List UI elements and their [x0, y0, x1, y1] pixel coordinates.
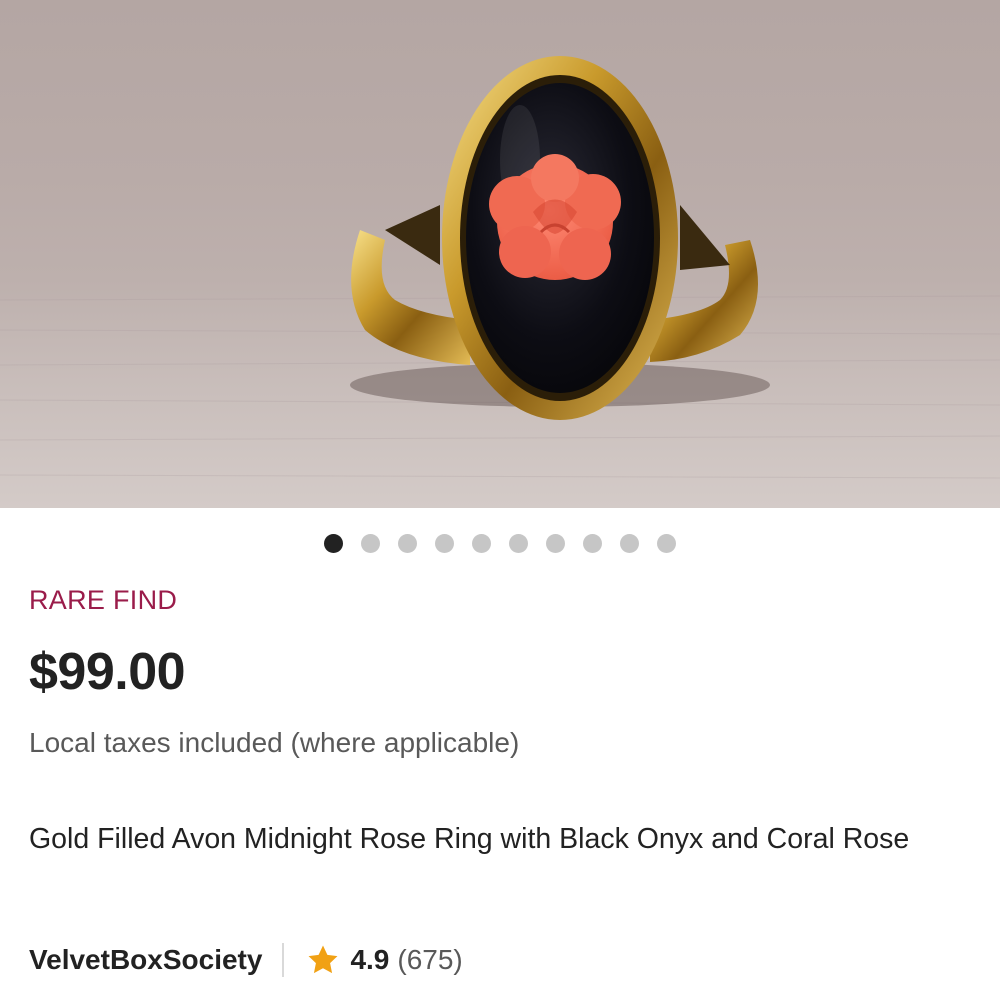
carousel-dot[interactable] [583, 534, 602, 553]
carousel-dot[interactable] [398, 534, 417, 553]
divider [282, 943, 285, 977]
carousel-dot[interactable] [546, 534, 565, 553]
listing-title: Gold Filled Avon Midnight Rose Ring with… [29, 823, 910, 855]
star-icon [309, 945, 338, 974]
carousel-dot[interactable] [509, 534, 528, 553]
shop-info: VelvetBoxSociety 4.9 (675) [29, 938, 463, 982]
ring-photo [0, 56, 1000, 479]
tax-note: Local taxes included (where applicable) [29, 727, 520, 758]
carousel-dot[interactable] [657, 534, 676, 553]
rare-find-badge: RARE FIND [29, 585, 178, 615]
shop-rating: 4.9 [350, 944, 390, 975]
carousel-dot[interactable] [472, 534, 491, 553]
carousel-dot[interactable] [435, 534, 454, 553]
shop-name-link[interactable]: VelvetBoxSociety [29, 944, 262, 976]
carousel-dot[interactable] [620, 534, 639, 553]
product-image[interactable] [0, 0, 1000, 508]
carousel-dot[interactable] [361, 534, 380, 553]
review-count-link[interactable]: (675) [397, 944, 462, 976]
price: $99.00 [29, 643, 186, 701]
carousel-dot[interactable] [324, 534, 343, 553]
carousel-indicator[interactable] [0, 534, 1000, 554]
